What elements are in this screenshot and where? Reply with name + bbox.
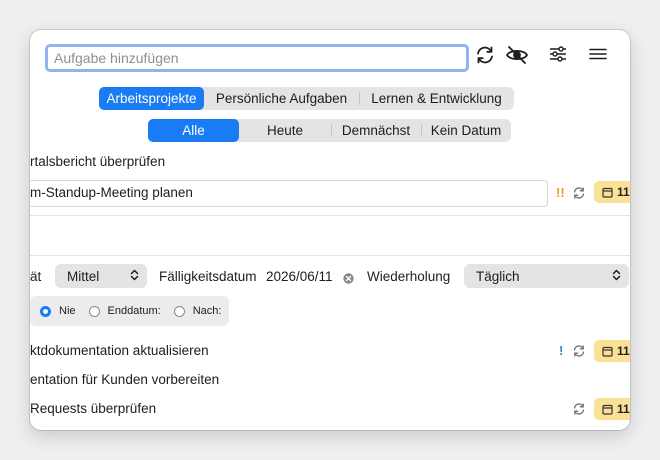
task-title[interactable]: ktdokumentation aktualisieren [30,343,209,358]
divider [30,255,630,256]
repeat-value: Täglich [476,268,520,284]
repeat-select[interactable]: Täglich [464,264,629,288]
radio-label: Enddatum: [107,305,161,317]
divider [30,215,630,216]
due-date-value[interactable]: 2026/06/11 [266,269,333,284]
due-date-label: Fälligkeitsdatum [159,269,257,284]
tab-lernen-entwicklung[interactable]: Lernen & Entwicklung [359,87,514,110]
app-window: Arbeitsprojekte Persönliche Aufgaben Ler… [30,30,630,430]
hamburger-menu-icon[interactable] [585,41,611,67]
clear-date-icon[interactable] [343,271,354,289]
chevron-updown-icon [130,269,139,284]
repeat-icon [572,186,586,205]
task-title[interactable]: rtalsbericht überprüfen [30,154,165,169]
task-title[interactable]: m-Standup-Meeting planen [30,185,193,200]
repeat-icon [572,402,586,421]
calendar-icon [602,346,613,357]
add-task-input[interactable] [45,44,469,72]
sliders-icon[interactable] [545,41,571,67]
chevron-updown-icon [612,269,621,284]
radio-end-date[interactable] [88,305,100,317]
radio-label: Nach: [192,305,222,317]
tab-arbeitsprojekte[interactable]: Arbeitsprojekte [99,87,204,110]
radio-label: Nie [59,305,76,317]
tab-persoenliche-aufgaben[interactable]: Persönliche Aufgaben [204,87,359,110]
priority-high-indicator: !! [556,185,565,200]
tab-alle[interactable]: Alle [148,119,239,142]
radio-after[interactable] [173,305,185,317]
task-title[interactable]: entation für Kunden vorbereiten [30,372,219,387]
priority-medium-indicator: ! [559,343,564,358]
due-date-text: 11. [617,185,630,199]
eye-slash-icon[interactable] [504,42,530,68]
due-date-text: 11. [617,344,630,358]
due-date-badge[interactable]: 11. [594,181,630,203]
due-date-text: 11. [617,402,630,416]
repeat-icon [572,344,586,363]
tab-heute[interactable]: Heute [239,119,331,142]
repeat-label: Wiederholung [367,269,451,284]
priority-select[interactable]: Mittel [55,264,147,288]
due-date-badge[interactable]: 11. [594,340,630,362]
calendar-icon [602,404,613,415]
due-date-badge[interactable]: 11. [594,398,630,420]
priority-value: Mittel [67,268,100,284]
sync-icon[interactable] [472,42,498,68]
filter-tabs: Alle Heute Demnächst Kein Datum [148,119,511,142]
project-tabs: Arbeitsprojekte Persönliche Aufgaben Ler… [99,87,514,110]
repeat-end-options: Nie Enddatum: Nach: [30,296,229,326]
tab-demnaechst[interactable]: Demnächst [331,119,421,142]
tab-kein-datum[interactable]: Kein Datum [421,119,511,142]
priority-label: ät [30,269,42,284]
task-title[interactable]: Requests überprüfen [30,401,156,416]
radio-never[interactable] [40,305,51,317]
calendar-icon [602,187,613,198]
